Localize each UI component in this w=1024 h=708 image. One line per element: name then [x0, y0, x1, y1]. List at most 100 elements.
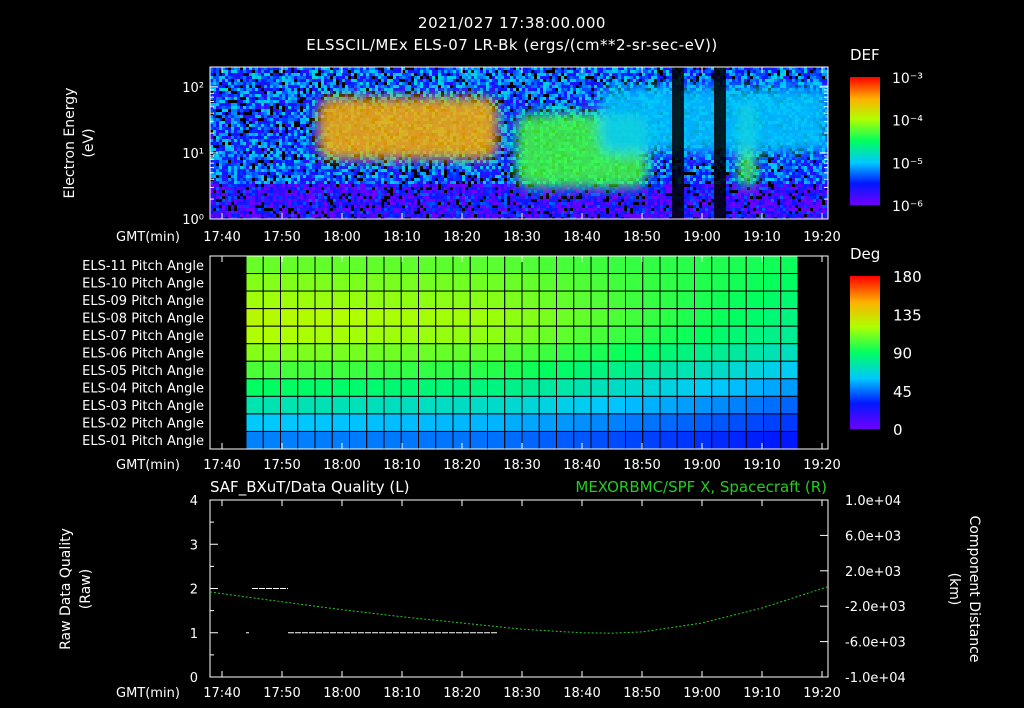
- spectrogram-cell: [594, 88, 597, 91]
- spectrogram-cell: [486, 70, 489, 73]
- spectrogram-cell: [741, 76, 744, 79]
- spectrogram-cell: [657, 79, 660, 82]
- spectrogram-cell: [531, 97, 534, 100]
- spectrogram-cell: [504, 115, 507, 118]
- spectrogram-cell: [549, 106, 552, 109]
- spectrogram-cell: [414, 79, 417, 82]
- spectrogram-cell: [327, 94, 330, 97]
- spectrogram-cell: [402, 88, 405, 91]
- spectrogram-cell: [285, 88, 288, 91]
- spectrogram-cell: [252, 121, 255, 124]
- spectrogram-cell: [396, 82, 399, 85]
- spectrogram-cell: [312, 88, 315, 91]
- spectrogram-cell: [516, 73, 519, 76]
- spectrogram-cell: [576, 73, 579, 76]
- spectrogram-cell: [219, 136, 222, 139]
- spectrogram-cell: [228, 73, 231, 76]
- spectrogram-cell: [576, 91, 579, 94]
- spectrogram-cell: [303, 124, 306, 127]
- spectrogram-cell: [402, 73, 405, 76]
- spectrogram-cell: [294, 118, 297, 121]
- spectrogram-cell: [303, 112, 306, 115]
- spectrogram-cell: [336, 73, 339, 76]
- spectrogram-cell: [552, 100, 555, 103]
- spectrogram-cell: [765, 79, 768, 82]
- spectrogram-cell: [609, 76, 612, 79]
- spectrogram-cell: [594, 70, 597, 73]
- spectrogram-cell: [510, 94, 513, 97]
- spectrogram-cell: [285, 112, 288, 115]
- spectrogram-cell: [582, 100, 585, 103]
- spectrogram-cell: [525, 106, 528, 109]
- spectrogram-cell: [471, 76, 474, 79]
- spectrogram-cell: [807, 82, 810, 85]
- spectrogram-cell: [240, 91, 243, 94]
- spectrogram-cell: [225, 127, 228, 130]
- spectrogram-cell: [384, 79, 387, 82]
- spectrogram-cell: [507, 148, 510, 151]
- spectrogram-cell: [438, 88, 441, 91]
- spectrogram-cell: [279, 85, 282, 88]
- spectrogram-cell: [600, 85, 603, 88]
- spectrogram-cell: [570, 109, 573, 112]
- spectrogram-cell: [543, 85, 546, 88]
- spectrogram-cell: [288, 121, 291, 124]
- spectrogram-cell: [432, 79, 435, 82]
- spectrogram-cell: [333, 82, 336, 85]
- spectrogram-cell: [279, 109, 282, 112]
- spectrogram-cell: [285, 91, 288, 94]
- spectrogram-cell: [351, 91, 354, 94]
- spectrogram-cell: [501, 97, 504, 100]
- spectrogram-cell: [480, 85, 483, 88]
- spectrogram-cell: [222, 136, 225, 139]
- spectrogram-cell: [366, 79, 369, 82]
- spectrogram-cell: [516, 85, 519, 88]
- spectrogram-cell: [612, 82, 615, 85]
- spectrogram-cell: [588, 106, 591, 109]
- spectrogram-cell: [429, 94, 432, 97]
- spectrogram-cell: [213, 115, 216, 118]
- spectrogram-cell: [408, 76, 411, 79]
- spectrogram-cell: [222, 130, 225, 133]
- spectrogram-cell: [651, 70, 654, 73]
- spectrogram-cell: [372, 70, 375, 73]
- spectrogram-cell: [279, 136, 282, 139]
- spectrogram-cell: [729, 70, 732, 73]
- spectrogram-cell: [513, 121, 516, 124]
- spectrogram-cell: [822, 82, 825, 85]
- spectrogram-cell: [231, 139, 234, 142]
- spectrogram-cell: [408, 70, 411, 73]
- spectrogram-cell: [228, 97, 231, 100]
- spectrogram-cell: [498, 124, 501, 127]
- spectrogram-cell: [249, 82, 252, 85]
- spectrogram-cell: [651, 79, 654, 82]
- spectrogram-cell: [234, 136, 237, 139]
- spectrogram-cell: [261, 94, 264, 97]
- spectrogram-cell: [501, 121, 504, 124]
- spectrogram-cell: [759, 73, 762, 76]
- spectrogram-cell: [468, 73, 471, 76]
- spectrogram-cell: [513, 142, 516, 145]
- spectrogram-cell: [276, 115, 279, 118]
- spectrogram-cell: [501, 145, 504, 148]
- spectrogram-cell: [309, 145, 312, 148]
- spectrogram-cell: [288, 130, 291, 133]
- spectrogram-cell: [438, 70, 441, 73]
- spectrogram-cell: [261, 106, 264, 109]
- spectrogram-cell: [243, 85, 246, 88]
- spectrogram-cell: [573, 109, 576, 112]
- spectrogram-cell: [342, 91, 345, 94]
- spectrogram-cell: [237, 127, 240, 130]
- spectrogram-cell: [474, 73, 477, 76]
- spectrogram-cell: [561, 94, 564, 97]
- spectrogram-cell: [315, 136, 318, 139]
- spectrogram-cell: [285, 115, 288, 118]
- spectrogram-cell: [507, 100, 510, 103]
- spectrogram-cell: [432, 88, 435, 91]
- spectrogram-cell: [468, 82, 471, 85]
- spectrogram-cell: [285, 109, 288, 112]
- spectrogram-cell: [627, 73, 630, 76]
- spectrogram-cell: [585, 106, 588, 109]
- spectrogram-cell: [555, 85, 558, 88]
- spectrogram-cell: [555, 70, 558, 73]
